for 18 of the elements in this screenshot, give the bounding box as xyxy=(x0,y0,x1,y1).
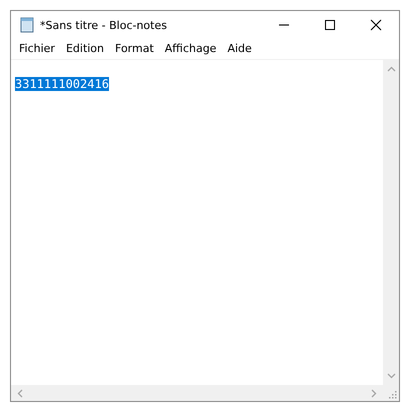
horizontal-scrollbar[interactable] xyxy=(11,385,383,401)
menu-item[interactable]: Fichier xyxy=(18,41,56,59)
selected-text: 3311111002416 xyxy=(15,77,109,91)
scroll-left-icon[interactable] xyxy=(17,388,23,398)
scroll-right-icon[interactable] xyxy=(371,388,377,398)
menu-item[interactable]: Affichage xyxy=(164,41,218,59)
maximize-icon xyxy=(324,19,336,31)
resize-grip-icon[interactable] xyxy=(388,390,397,399)
vertical-scrollbar[interactable] xyxy=(383,60,399,385)
text-area[interactable]: 3311111002416 xyxy=(11,60,383,385)
menu-item[interactable]: Edition xyxy=(64,41,106,59)
window-title: *Sans titre - Bloc-notes xyxy=(40,18,168,32)
menu-item[interactable]: Format xyxy=(114,41,155,59)
scroll-up-icon[interactable] xyxy=(386,66,396,72)
scroll-down-icon[interactable] xyxy=(386,373,396,379)
notepad-icon xyxy=(19,17,35,33)
close-icon xyxy=(370,19,382,31)
menu-item[interactable]: Aide xyxy=(226,41,253,59)
